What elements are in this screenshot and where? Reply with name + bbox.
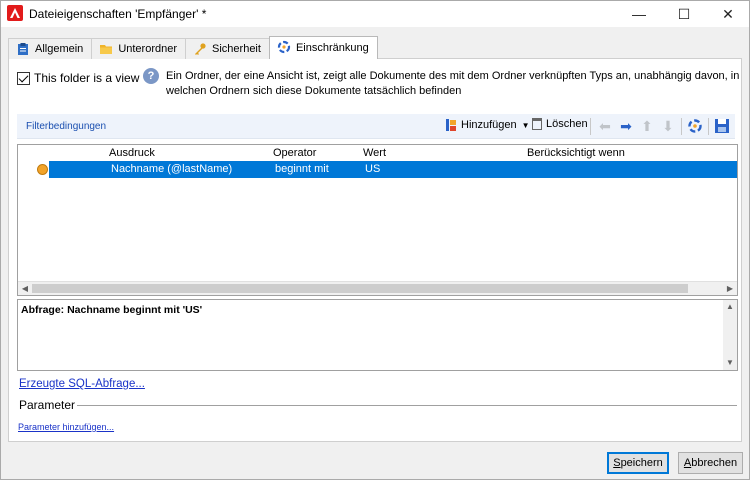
clipboard-icon <box>18 43 28 55</box>
info-icon: ? <box>143 68 159 84</box>
query-text: Abfrage: Nachname beginnt mit 'US' <box>21 304 203 316</box>
grid-header: Ausdruck Operator Wert Berücksichtigt we… <box>18 145 737 161</box>
folder-icon <box>100 45 113 54</box>
add-button-label: Hinzufügen <box>461 119 517 131</box>
delete-button-label: Löschen <box>546 118 588 130</box>
scrollbar-thumb[interactable] <box>32 284 688 293</box>
tab-bar: Allgemein Unterordner Sicherheit Einschr… <box>8 36 378 59</box>
column-header[interactable]: Operator <box>273 147 316 159</box>
conditions-grid: Ausdruck Operator Wert Berücksichtigt we… <box>17 144 738 296</box>
status-dot-icon <box>37 164 48 175</box>
tab-allgemein[interactable]: Allgemein <box>8 38 93 59</box>
scroll-down-icon[interactable]: ▼ <box>723 356 737 370</box>
app-logo-icon <box>7 5 23 21</box>
view-checkbox-row[interactable]: This folder is a view <box>17 71 139 85</box>
view-checkbox[interactable] <box>17 71 30 85</box>
trash-icon <box>532 118 542 130</box>
restriction-icon[interactable] <box>687 118 703 134</box>
arrow-down-icon[interactable]: ⬇ <box>660 118 676 134</box>
table-row[interactable]: Nachname (@lastName) beginnt mit US <box>18 161 737 178</box>
scroll-up-icon[interactable]: ▲ <box>723 300 737 314</box>
add-parameter-link[interactable]: Parameter hinzufügen... <box>18 422 114 432</box>
tab-unterordner[interactable]: Unterordner <box>91 38 187 59</box>
maximize-button[interactable]: ☐ <box>662 1 706 27</box>
delete-button[interactable]: Löschen <box>532 118 588 130</box>
tab-sicherheit[interactable]: Sicherheit <box>185 38 270 59</box>
parameter-heading: Parameter <box>19 398 76 412</box>
parameter-divider <box>77 405 737 406</box>
column-header[interactable]: Ausdruck <box>109 147 155 159</box>
key-icon <box>195 43 206 55</box>
filter-toolbar: Filterbedingungen Hinzufügen ▼ Löschen ⬅… <box>17 114 735 139</box>
arrow-right-icon[interactable]: ➡ <box>618 118 634 134</box>
scroll-left-icon[interactable]: ◀ <box>18 282 32 296</box>
query-box: Abfrage: Nachname beginnt mit 'US' ▲ ▼ <box>17 299 738 371</box>
tab-einschraenkung[interactable]: Einschränkung <box>268 36 378 59</box>
filter-title: Filterbedingungen <box>26 121 107 132</box>
minimize-button[interactable]: — <box>617 1 661 27</box>
cancel-button-label: Abbrechen <box>683 457 738 469</box>
toolbar-divider <box>590 118 591 135</box>
column-header[interactable]: Berücksichtigt wenn <box>527 147 625 159</box>
close-button[interactable]: ✕ <box>706 1 750 27</box>
sql-query-link[interactable]: Erzeugte SQL-Abfrage... <box>19 378 145 390</box>
cell-operator: beginnt mit <box>275 163 329 175</box>
chevron-down-icon[interactable]: ▼ <box>522 121 530 130</box>
cell-value: US <box>365 163 381 175</box>
toolbar-divider <box>708 118 709 135</box>
column-header[interactable]: Wert <box>363 147 386 159</box>
arrow-up-icon[interactable]: ⬆ <box>639 118 655 134</box>
view-info-text: Ein Ordner, der eine Ansicht ist, zeigt … <box>166 70 740 97</box>
restriction-icon <box>277 40 291 54</box>
arrow-left-icon[interactable]: ⬅ <box>597 118 613 134</box>
scroll-right-icon[interactable]: ▶ <box>723 282 737 296</box>
toolbar-divider <box>681 118 682 135</box>
title-bar: Dateieigenschaften 'Empfänger' * — ☐ ✕ <box>1 1 749 27</box>
tab-label: Unterordner <box>118 43 178 55</box>
save-button-label: Speichern <box>613 457 663 469</box>
add-button[interactable]: Hinzufügen ▼ <box>445 118 530 132</box>
cancel-button[interactable]: Abbrechen <box>678 452 743 474</box>
add-filter-icon <box>446 119 456 131</box>
dialog-window: Dateieigenschaften 'Empfänger' * — ☐ ✕ A… <box>0 0 750 480</box>
horizontal-scrollbar[interactable]: ◀ ▶ <box>18 281 737 295</box>
vertical-scrollbar[interactable]: ▲ ▼ <box>723 300 737 370</box>
view-checkbox-label: This folder is a view <box>34 71 140 85</box>
cell-expression: Nachname (@lastName) <box>111 163 233 175</box>
window-title: Dateieigenschaften 'Empfänger' * <box>29 7 207 21</box>
tab-label: Einschränkung <box>295 42 369 54</box>
save-icon[interactable] <box>714 118 730 134</box>
save-button[interactable]: Speichern <box>607 452 669 474</box>
tab-label: Sicherheit <box>212 43 261 55</box>
tab-label: Allgemein <box>35 43 84 55</box>
